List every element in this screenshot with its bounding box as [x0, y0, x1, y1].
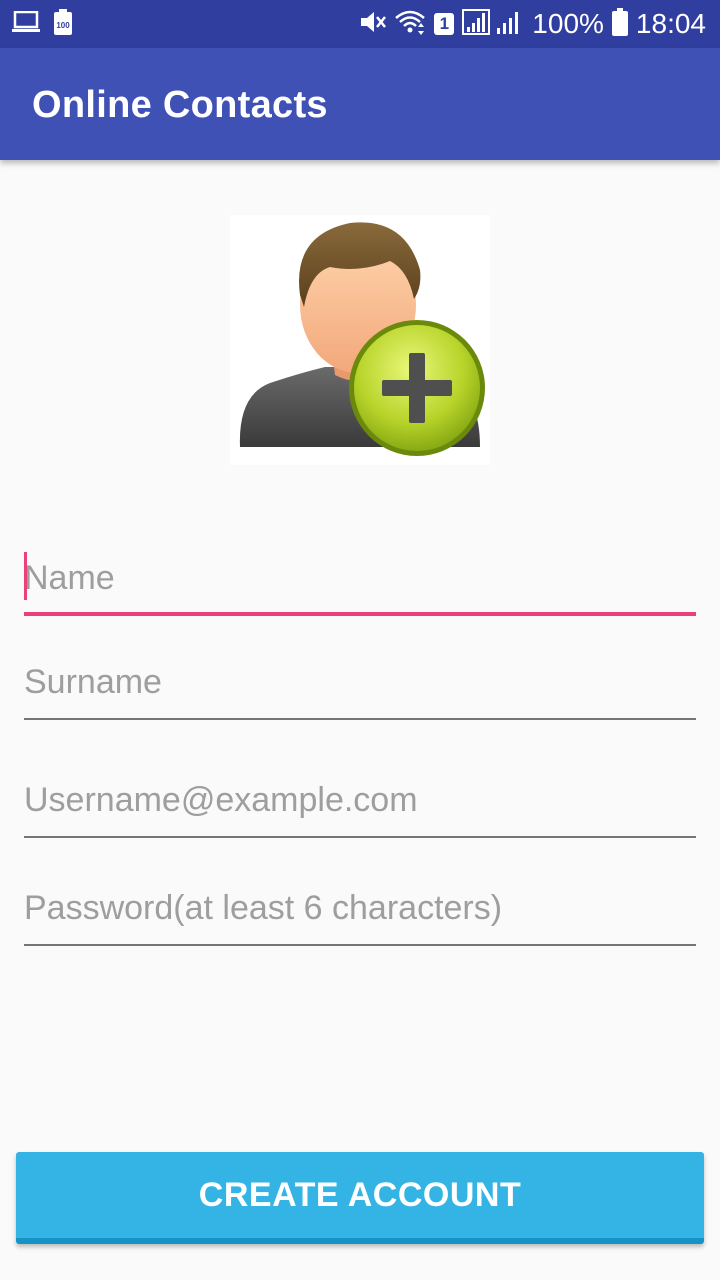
- mute-icon: [358, 8, 387, 41]
- svg-text:100: 100: [56, 21, 70, 30]
- surname-underline: [24, 718, 696, 720]
- battery-percent: 100%: [532, 8, 604, 39]
- app-title: Online Contacts: [32, 84, 328, 126]
- name-field[interactable]: [24, 546, 696, 616]
- status-bar-right: 1 100% 18:04: [358, 6, 706, 42]
- email-input[interactable]: [24, 768, 696, 832]
- laptop-icon: [12, 10, 40, 38]
- create-account-button[interactable]: CREATE ACCOUNT: [16, 1152, 704, 1244]
- signal-icon: [462, 8, 524, 41]
- name-underline: [24, 612, 696, 616]
- battery-saver-icon: 100: [54, 8, 72, 40]
- add-contact-image[interactable]: [230, 215, 490, 465]
- text-cursor: [24, 552, 27, 600]
- wifi-icon: [394, 8, 426, 41]
- screen: 100 1 100% 18:04 Online Contacts Name Su…: [0, 0, 720, 1280]
- surname-input[interactable]: [24, 650, 696, 714]
- clock: 18:04: [635, 8, 706, 39]
- status-bar-left: 100: [12, 8, 72, 40]
- password-input[interactable]: [24, 876, 696, 940]
- surname-field[interactable]: [24, 650, 696, 720]
- app-bar: Online Contacts: [0, 48, 720, 160]
- email-field[interactable]: [24, 768, 696, 838]
- add-contact-icon: [239, 222, 485, 456]
- status-bar: 100 1 100% 18:04: [0, 0, 720, 48]
- name-input[interactable]: [24, 546, 696, 610]
- sim-slot-badge: 1: [434, 13, 455, 35]
- email-underline: [24, 836, 696, 838]
- battery-icon: [611, 7, 628, 41]
- password-field[interactable]: [24, 876, 696, 946]
- password-underline: [24, 944, 696, 946]
